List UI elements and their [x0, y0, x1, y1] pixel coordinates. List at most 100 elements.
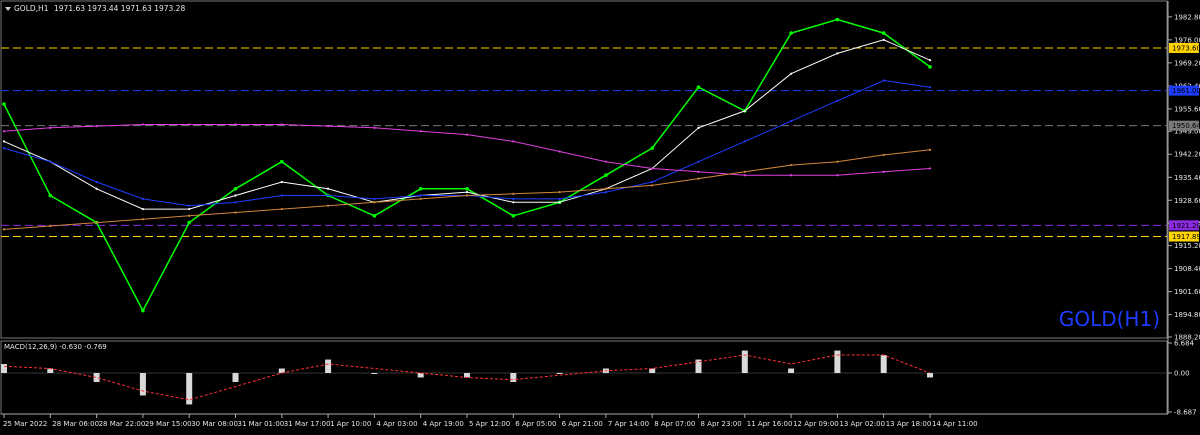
- time-tick-label-7: 1 Apr 10:00: [330, 420, 371, 428]
- series-0-point-4: [187, 220, 191, 225]
- series-3-point-7: [327, 125, 330, 128]
- series-2-point-20: [928, 86, 932, 89]
- series-0-point-17: [789, 31, 793, 35]
- series-1-point-11: [512, 201, 515, 204]
- series-4-point-7: [327, 204, 330, 207]
- series-3-point-14: [651, 167, 654, 170]
- time-tick-label-9: 4 Apr 19:00: [423, 420, 464, 428]
- chart-svg: 1982.801976.001969.201962.401955.601949.…: [0, 0, 1200, 431]
- series-4-point-11: [512, 192, 515, 195]
- series-1-point-0: [2, 140, 6, 143]
- series-3-point-18: [836, 174, 839, 177]
- time-tick-label-14: 8 Apr 07:00: [654, 420, 695, 428]
- price-tick-label-8: 1928.60: [1174, 197, 1200, 205]
- series-4-point-17: [790, 163, 793, 167]
- series-0-point-19: [881, 31, 886, 35]
- series-3-point-12: [558, 150, 561, 153]
- symbol-label: GOLD,H1: [14, 4, 49, 13]
- time-tick-label-16: 11 Apr 16:00: [747, 420, 793, 428]
- time-tick-label-17: 12 Apr 09:00: [793, 420, 839, 428]
- time-tick-label-1: 28 Mar 06:00: [52, 420, 99, 428]
- series-4-point-5: [234, 211, 237, 214]
- series-3-point-5: [234, 123, 237, 126]
- series-4-point-6: [280, 207, 283, 211]
- macd-bar-10: [464, 373, 470, 378]
- series-2-point-14: [651, 180, 654, 184]
- time-tick-label-2: 28 Mar 22:00: [99, 420, 146, 428]
- series-2-point-7: [327, 194, 330, 197]
- series-0-point-0: [2, 102, 6, 106]
- series-4-point-12: [558, 191, 561, 194]
- series-1-point-4: [188, 207, 191, 211]
- series-2-point-5: [234, 201, 237, 204]
- price-tick-label-2: 1969.20: [1174, 59, 1200, 67]
- time-tick-label-10: 5 Apr 12:00: [469, 420, 510, 428]
- series-0-point-20: [928, 65, 932, 69]
- series-0-point-6: [280, 159, 284, 164]
- series-4-point-1: [49, 224, 52, 228]
- series-3-point-16: [743, 174, 746, 177]
- series-4-point-2: [95, 221, 98, 224]
- time-tick-label-6: 31 Mar 17:00: [284, 420, 331, 428]
- series-1-point-15: [697, 126, 700, 129]
- series-1-point-17: [790, 72, 793, 75]
- series-4-point-14: [651, 184, 654, 187]
- ohlc-label: 1971.63 1973.44 1971.63 1973.28: [54, 4, 185, 13]
- series-3-point-1: [49, 126, 52, 129]
- price-tick-label-13: 1894.80: [1174, 311, 1200, 319]
- series-1-point-2: [95, 187, 98, 190]
- series-0-point-3: [141, 308, 145, 313]
- macd-bar-17: [788, 368, 795, 374]
- series-3-point-15: [697, 170, 700, 173]
- series-0-point-13: [604, 173, 608, 178]
- series-4-point-18: [836, 160, 839, 163]
- series-4-point-8: [373, 201, 376, 204]
- series-2-point-11: [512, 197, 515, 201]
- price-label-text-4: 1917.89: [1172, 233, 1200, 241]
- series-2-point-15: [697, 160, 700, 163]
- series-4-point-16: [743, 170, 746, 173]
- series-3-point-6: [280, 123, 283, 126]
- time-tick-label-8: 4 Apr 03:00: [376, 420, 417, 428]
- price-tick-label-4: 1955.60: [1174, 105, 1200, 113]
- price-chart[interactable]: 1982.801976.001969.201962.401955.601949.…: [0, 0, 1200, 431]
- chart-background: [0, 0, 1200, 431]
- series-1-point-7: [327, 187, 330, 190]
- macd-bar-1: [47, 368, 54, 374]
- macd-bar-5: [232, 373, 239, 382]
- series-2-point-16: [743, 140, 746, 143]
- series-0-point-1: [48, 193, 53, 198]
- macd-bar-11: [510, 373, 517, 382]
- macd-bar-16: [741, 350, 748, 374]
- series-2-point-6: [280, 194, 283, 197]
- series-2-point-3: [141, 197, 144, 201]
- series-4-point-20: [928, 148, 932, 151]
- series-1-point-5: [234, 194, 237, 197]
- series-1-point-20: [928, 59, 932, 62]
- watermark-symbol: GOLD(H1): [1059, 307, 1160, 331]
- series-1-point-18: [836, 52, 839, 55]
- time-tick-label-0: 25 Mar 2022: [3, 420, 47, 428]
- series-4-point-3: [141, 218, 144, 221]
- series-4-point-13: [604, 187, 608, 190]
- price-label-text-0: 1973.60: [1172, 44, 1200, 52]
- price-label-text-2: 1950.64: [1172, 122, 1200, 130]
- time-tick-label-18: 13 Apr 02:00: [839, 420, 885, 428]
- series-1-point-12: [558, 201, 561, 204]
- series-3-point-10: [465, 133, 469, 136]
- symbol-header: GOLD,H1 1971.63 1973.44 1971.63 1973.28: [5, 4, 185, 13]
- series-1-point-10: [465, 191, 469, 194]
- macd-bar-19: [880, 355, 887, 374]
- series-0-point-14: [650, 146, 654, 150]
- macd-tick-label-1: 0.00: [1174, 370, 1190, 378]
- series-3-point-20: [928, 167, 932, 170]
- price-tick-label-6: 1942.20: [1174, 151, 1200, 159]
- macd-bar-18: [834, 350, 841, 374]
- series-2-point-9: [419, 194, 422, 197]
- price-label-text-1: 1961.00: [1172, 87, 1200, 95]
- macd-tick-label-0: 6.684: [1174, 340, 1195, 348]
- series-3-point-2: [95, 125, 98, 128]
- series-2-point-4: [188, 204, 191, 207]
- price-tick-label-0: 1982.80: [1174, 13, 1200, 21]
- series-4-point-4: [188, 214, 191, 217]
